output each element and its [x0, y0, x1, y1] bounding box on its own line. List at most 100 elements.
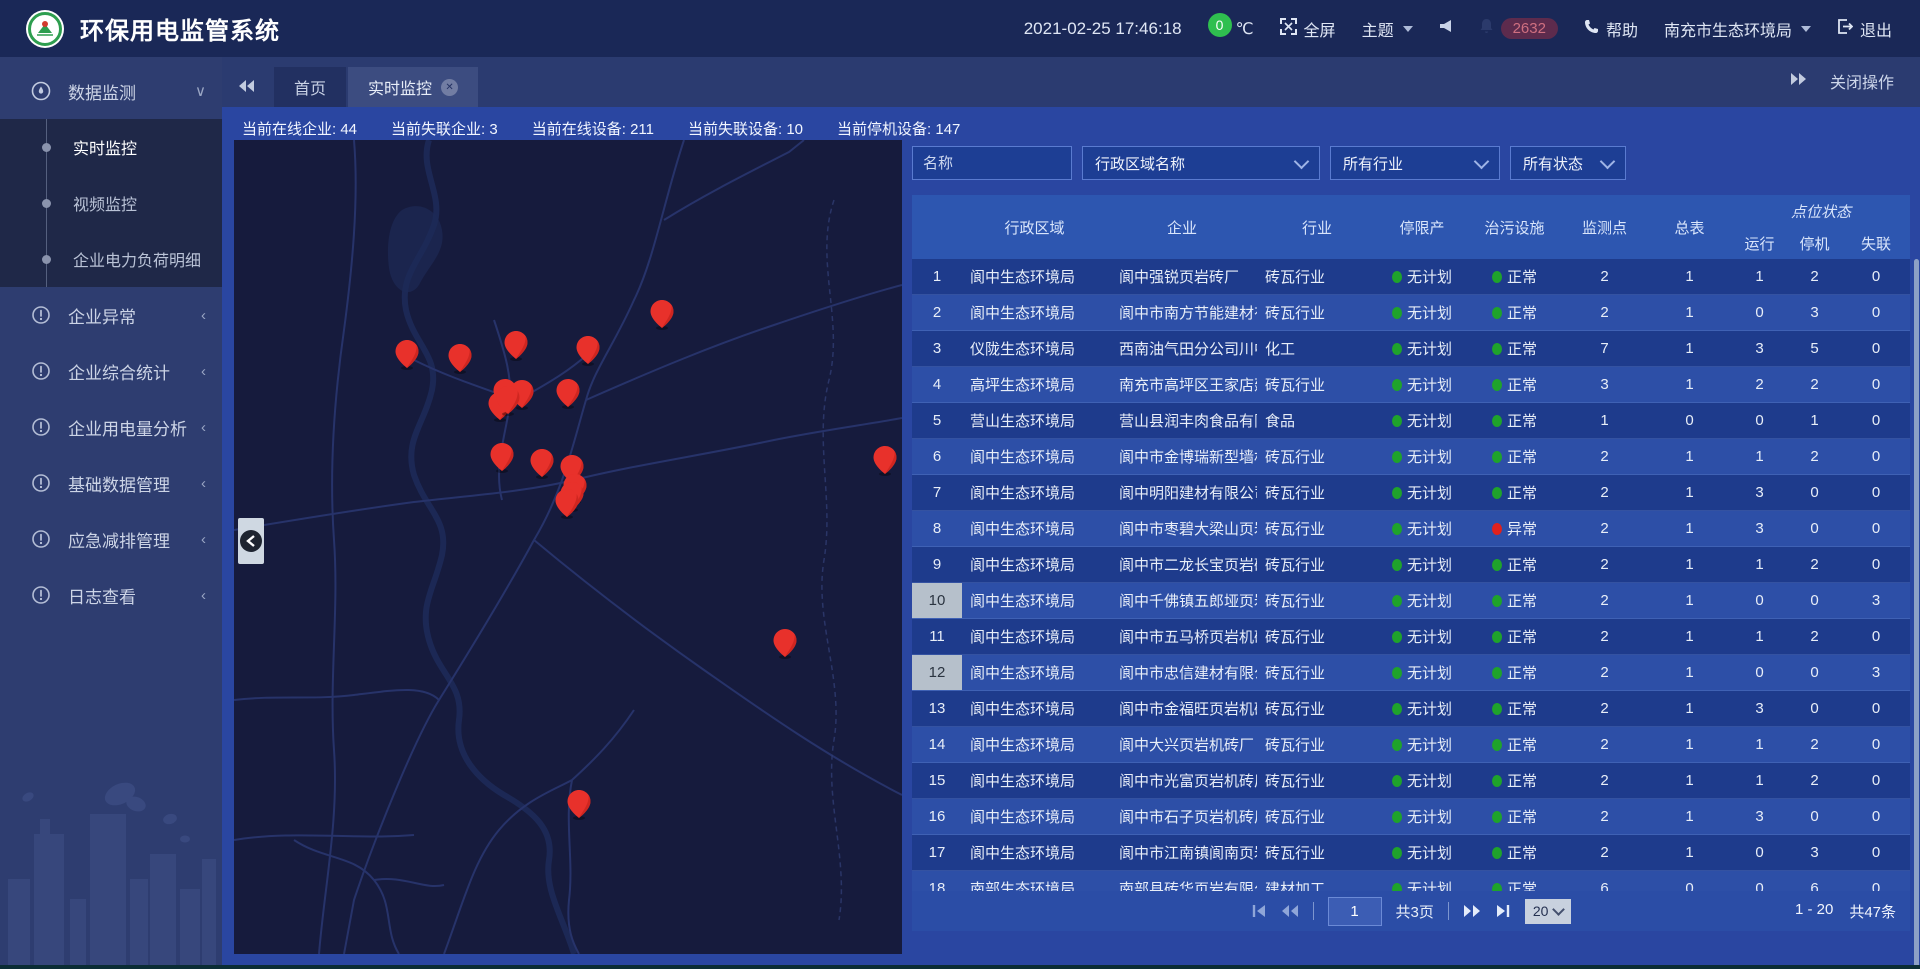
industry-select[interactable]: 所有行业 — [1330, 146, 1500, 180]
sidebar-item[interactable]: 企业综合统计 ‹ — [0, 343, 222, 399]
status-dot-icon — [1492, 811, 1502, 823]
map-pin-marker[interactable] — [491, 443, 514, 473]
table-row[interactable]: 15 阆中生态环境局 阆中市光富页岩机砖厂 砖瓦行业 无计划 正常 2 — [912, 763, 1910, 799]
status-dot-icon — [1492, 631, 1502, 643]
cell-pollution-status: 正常 — [1467, 763, 1562, 798]
cell-industry: 砖瓦行业 — [1257, 583, 1377, 618]
table-row[interactable]: 10 阆中生态环境局 阆中千佛镇五郎垭页岩 砖瓦行业 无计划 正常 2 — [912, 583, 1910, 619]
logout-button[interactable]: 退出 — [1837, 17, 1892, 41]
table-row[interactable]: 11 阆中生态环境局 阆中市五马桥页岩机砖 砖瓦行业 无计划 正常 2 — [912, 619, 1910, 655]
sidebar-item[interactable]: 企业用电量分析 ‹ — [0, 399, 222, 455]
cell-monitor-count: 1 — [1562, 403, 1647, 438]
pagination-bar: 1 共3页 20 1 - 20 共47条 — [912, 891, 1910, 931]
table-row[interactable]: 6 阆中生态环境局 阆中市金博瑞新型墙材 砖瓦行业 无计划 正常 2 — [912, 439, 1910, 475]
bullet-dot-icon — [42, 255, 51, 264]
help-button[interactable]: 帮助 — [1584, 17, 1638, 41]
close-operations-button[interactable]: 关闭操作 — [1830, 69, 1894, 93]
phone-icon — [1584, 19, 1599, 39]
mute-button[interactable] — [1439, 19, 1453, 38]
col-header-monitor: 监测点 — [1562, 195, 1647, 259]
sidebar-item[interactable]: 日志查看 ‹ — [0, 567, 222, 623]
table-row[interactable]: 9 阆中生态环境局 阆中市二龙长宝页岩砖 砖瓦行业 无计划 正常 2 — [912, 547, 1910, 583]
map-pin-marker[interactable] — [557, 379, 580, 409]
status-select[interactable]: 所有状态 — [1510, 146, 1626, 180]
cell-industry: 砖瓦行业 — [1257, 691, 1377, 726]
tab[interactable]: 首页 ✕ — [274, 67, 346, 107]
cell-stop-count: 6 — [1787, 871, 1842, 891]
page-size-select[interactable]: 20 — [1525, 899, 1572, 924]
cell-run-count: 1 — [1732, 259, 1787, 294]
sidebar-item[interactable]: 企业异常 ‹ — [0, 287, 222, 343]
notifications-button[interactable]: 2632 — [1479, 18, 1558, 39]
theme-dropdown[interactable]: 主题 — [1362, 17, 1413, 41]
sidebar-submenu-item[interactable]: 企业电力负荷明细 — [0, 231, 222, 287]
table-row[interactable]: 1 阆中生态环境局 阆中强锐页岩砖厂 砖瓦行业 无计划 正常 2 — [912, 259, 1910, 295]
cell-lost-count: 0 — [1842, 295, 1910, 330]
map-pin-marker[interactable] — [531, 449, 554, 479]
sidebar-item[interactable]: 应急减排管理 ‹ — [0, 511, 222, 567]
last-page-button[interactable] — [1495, 904, 1511, 918]
prev-page-button[interactable] — [1281, 904, 1299, 918]
map-pin-marker[interactable] — [497, 386, 520, 416]
map-pin-marker[interactable] — [874, 446, 897, 476]
table-row[interactable]: 8 阆中生态环境局 阆中市枣碧大梁山页岩 砖瓦行业 无计划 异常 2 — [912, 511, 1910, 547]
map-pin-marker[interactable] — [651, 300, 674, 330]
cell-monitor-count: 2 — [1562, 259, 1647, 294]
map-pin-marker[interactable] — [568, 790, 591, 820]
chevron-down-icon — [1403, 26, 1413, 32]
fullscreen-button[interactable]: 全屏 — [1280, 17, 1336, 41]
table-row[interactable]: 3 仪陇生态环境局 西南油气田分公司川中 化工 无计划 正常 7 — [912, 331, 1910, 367]
chevron-down-icon — [1801, 26, 1811, 32]
bullet-dot-icon — [42, 143, 51, 152]
map-pin-marker[interactable] — [449, 344, 472, 374]
region-select[interactable]: 行政区域名称 — [1082, 146, 1320, 180]
cell-run-count: 1 — [1732, 763, 1787, 798]
org-dropdown[interactable]: 南充市生态环境局 — [1664, 17, 1811, 41]
status-dot-icon — [1392, 631, 1402, 643]
cell-industry: 化工 — [1257, 331, 1377, 366]
next-page-button[interactable] — [1463, 904, 1481, 918]
cell-run-count: 3 — [1732, 799, 1787, 834]
cell-row-number: 9 — [912, 547, 962, 582]
sidebar-submenu-item[interactable]: 视频监控 — [0, 175, 222, 231]
cell-company: 阆中市忠信建材有限公 — [1107, 655, 1257, 690]
table-row[interactable]: 13 阆中生态环境局 阆中市金福旺页岩机砖 砖瓦行业 无计划 正常 2 — [912, 691, 1910, 727]
sidebar-item[interactable]: 基础数据管理 ‹ — [0, 455, 222, 511]
table-row[interactable]: 12 阆中生态环境局 阆中市忠信建材有限公 砖瓦行业 无计划 正常 2 — [912, 655, 1910, 691]
tabs-scroll-left-button[interactable] — [238, 79, 256, 93]
table-row[interactable]: 5 营山生态环境局 营山县润丰肉食品有限 食品 无计划 正常 1 — [912, 403, 1910, 439]
map-collapse-button[interactable] — [238, 518, 264, 564]
table-scrollbar[interactable] — [1914, 259, 1919, 969]
sidebar-item-data-monitoring[interactable]: 数据监测 ∨ — [0, 63, 222, 119]
cell-limit-status: 无计划 — [1377, 439, 1467, 474]
stat-label: 当前失联设备: — [688, 121, 782, 138]
tab-close-icon[interactable]: ✕ — [441, 79, 458, 96]
map-pin-marker[interactable] — [505, 331, 528, 361]
table-row[interactable]: 17 阆中生态环境局 阆中市江南镇阆南页岩 砖瓦行业 无计划 正常 2 — [912, 835, 1910, 871]
table-row[interactable]: 7 阆中生态环境局 阆中明阳建材有限公司 砖瓦行业 无计划 正常 2 — [912, 475, 1910, 511]
name-search-input[interactable] — [912, 146, 1072, 180]
cell-stop-count: 2 — [1787, 259, 1842, 294]
map-panel[interactable] — [234, 140, 902, 954]
first-page-button[interactable] — [1251, 904, 1267, 918]
table-row[interactable]: 14 阆中生态环境局 阆中大兴页岩机砖厂 砖瓦行业 无计划 正常 2 — [912, 727, 1910, 763]
map-pin-marker[interactable] — [556, 489, 579, 519]
table-row[interactable]: 18 南部生态环境局 南部县砖华页岩有限公 建材加工 无计划 正常 6 — [912, 871, 1910, 891]
map-pin-marker[interactable] — [396, 340, 419, 370]
cell-industry: 砖瓦行业 — [1257, 439, 1377, 474]
cell-region: 营山生态环境局 — [962, 403, 1107, 438]
sidebar-submenu-item[interactable]: 实时监控 — [0, 119, 222, 175]
map-pin-marker[interactable] — [577, 336, 600, 366]
cell-monitor-count: 2 — [1562, 763, 1647, 798]
stat-label: 当前失联企业: — [391, 121, 485, 138]
cell-stop-count: 2 — [1787, 439, 1842, 474]
table-row[interactable]: 16 阆中生态环境局 阆中市石子页岩机砖厂 砖瓦行业 无计划 正常 2 — [912, 799, 1910, 835]
map-pin-marker[interactable] — [774, 629, 797, 659]
table-row[interactable]: 4 高坪生态环境局 南充市高坪区王家店建 砖瓦行业 无计划 正常 3 — [912, 367, 1910, 403]
tab[interactable]: 实时监控 ✕ — [348, 67, 478, 107]
chevron-left-icon: ‹ — [201, 587, 206, 604]
tabs-scroll-right-button[interactable] — [1790, 72, 1808, 91]
cell-row-number: 17 — [912, 835, 962, 870]
table-row[interactable]: 2 阆中生态环境局 阆中市南方节能建材有 砖瓦行业 无计划 正常 2 — [912, 295, 1910, 331]
page-number-input[interactable]: 1 — [1328, 897, 1382, 926]
